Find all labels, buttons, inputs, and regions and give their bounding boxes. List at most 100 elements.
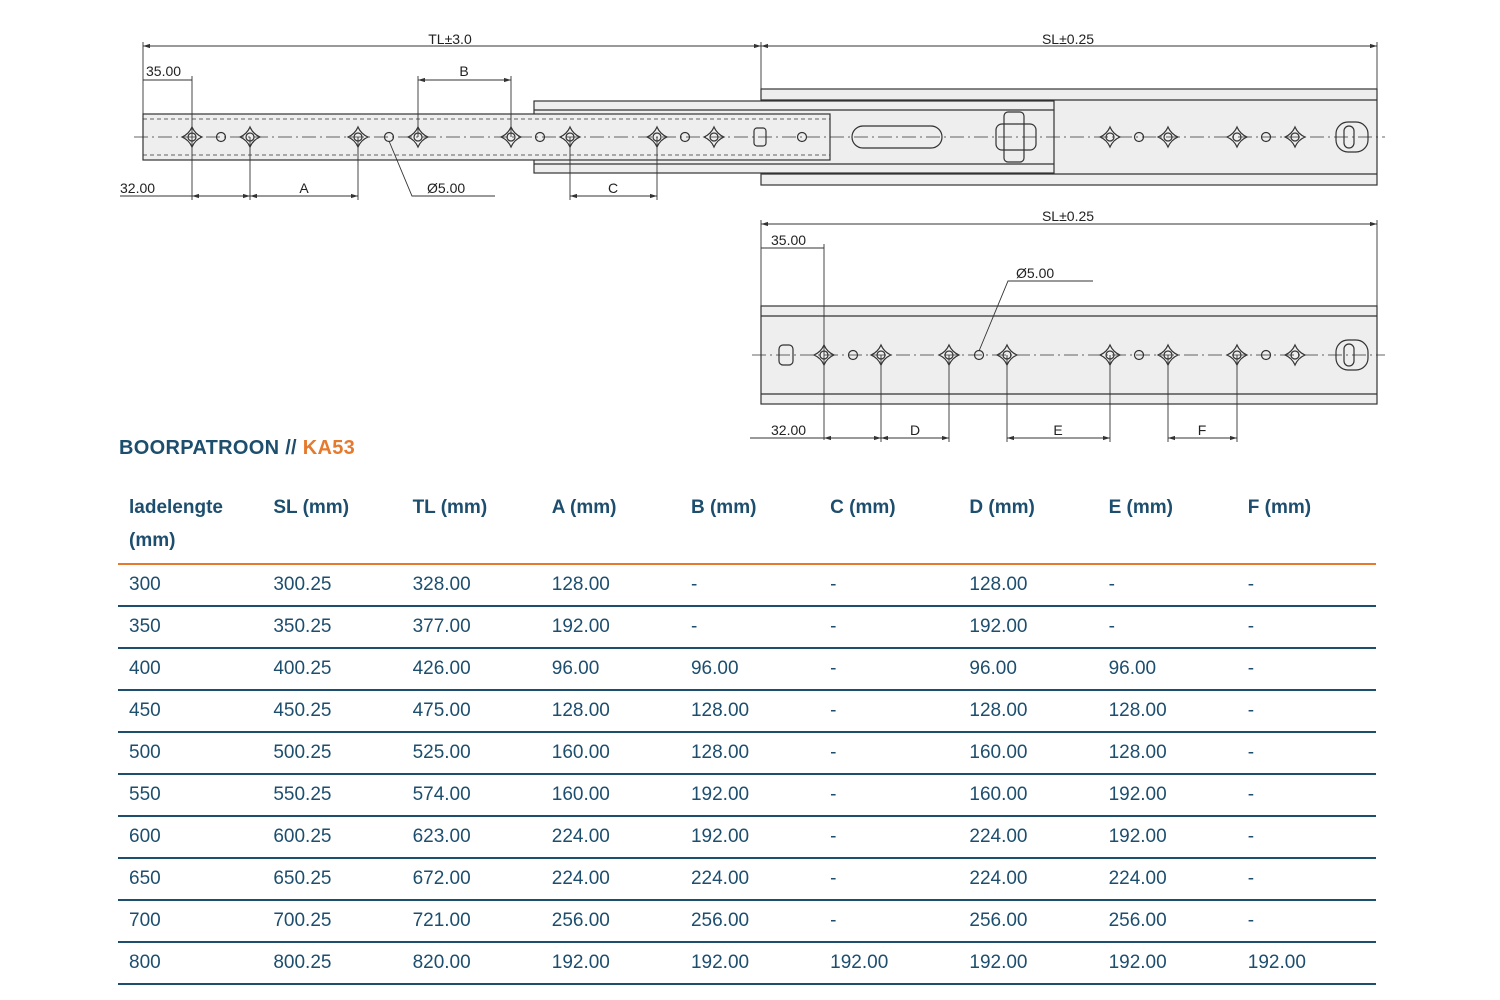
table-cell: 192.00 — [819, 942, 959, 985]
table-row: 400 400.25 426.00 96.00 96.00-96.00 96.00- — [118, 648, 1376, 691]
table-row: 650 650.25 672.00 224.00 224.00-224.00 224.00… — [118, 858, 1376, 901]
table-cell: 450 — [118, 690, 263, 733]
table-cell: 96.00 — [1097, 648, 1237, 691]
table-row: 550 550.25 574.00 160.00 192.00-160.00 192.00… — [118, 774, 1376, 817]
table-cell: 574.00 — [401, 774, 541, 817]
column-header: A (mm) — [540, 485, 680, 565]
table-cell: - — [1236, 648, 1376, 691]
table-cell: 224.00 — [540, 858, 680, 901]
table-row: 700 700.25 721.00 256.00 256.00-256.00 256.00… — [118, 900, 1376, 943]
table-cell: 192.00 — [1236, 942, 1376, 985]
column-header: D (mm) — [958, 485, 1098, 565]
table-cell: - — [1236, 690, 1376, 733]
table-cell: 300 — [118, 564, 263, 607]
table-cell: - — [819, 774, 959, 817]
table-cell: 550 — [118, 774, 263, 817]
table-cell: 192.00 — [958, 942, 1098, 985]
table-row: 300 300.25 328.00 128.00- -128.00- - — [118, 564, 1376, 607]
dim-d-label: D — [910, 422, 920, 438]
hole-dia-top: Ø5.00 — [427, 180, 465, 196]
table-cell: 500.25 — [262, 732, 402, 775]
top-view: TL±3.0 SL±0.25 35.00 B 32.00 A C Ø5.00 — [120, 31, 1385, 200]
table-cell: - — [679, 606, 820, 649]
table-header-row: ladelengte (mm) SL (mm) TL (mm) A (mm) B… — [118, 485, 1376, 565]
table-cell: 600.25 — [262, 816, 402, 859]
table-cell: 192.00 — [1097, 774, 1237, 817]
table-cell: - — [819, 858, 959, 901]
sl-label-bottom: SL±0.25 — [1042, 208, 1094, 224]
table-cell: 700 — [118, 900, 263, 943]
table-cell: 700.25 — [262, 900, 402, 943]
table-cell: 800 — [118, 942, 263, 985]
table-cell: - — [819, 816, 959, 859]
table-row: 500 500.25 525.00 160.00 128.00-160.00 128.00… — [118, 732, 1376, 775]
table-cell: - — [1236, 564, 1376, 607]
column-header: ladelengte (mm) — [118, 485, 263, 565]
table-cell: 192.00 — [540, 942, 680, 985]
table-cell: - — [819, 564, 959, 607]
table-cell: - — [819, 900, 959, 943]
dim-32-top: 32.00 — [120, 180, 155, 196]
table-cell: - — [1236, 900, 1376, 943]
table-cell: 128.00 — [958, 564, 1098, 607]
table-cell: 426.00 — [401, 648, 541, 691]
table-cell: 192.00 — [679, 816, 820, 859]
table-cell: 525.00 — [401, 732, 541, 775]
table-cell: 800.25 — [262, 942, 402, 985]
table-cell: 224.00 — [540, 816, 680, 859]
dim-35-bottom: 35.00 — [771, 232, 806, 248]
table-cell: 160.00 — [958, 774, 1098, 817]
table-cell: - — [679, 564, 820, 607]
table-cell: 721.00 — [401, 900, 541, 943]
table-cell: 300.25 — [262, 564, 402, 607]
table-cell: 650 — [118, 858, 263, 901]
column-header: E (mm) — [1097, 485, 1237, 565]
table-cell: 192.00 — [540, 606, 680, 649]
table-cell: 160.00 — [540, 732, 680, 775]
sl-label-top: SL±0.25 — [1042, 31, 1094, 47]
table-cell: 128.00 — [1097, 732, 1237, 775]
table-cell: 450.25 — [262, 690, 402, 733]
table-row: 450 450.25 475.00 128.00 128.00-128.00 128.00… — [118, 690, 1376, 733]
table-cell: 128.00 — [958, 690, 1098, 733]
page-title: BOORPATROON // KA53 — [119, 437, 355, 460]
table-cell: 400 — [118, 648, 263, 691]
table-cell: - — [1236, 606, 1376, 649]
table-cell: 96.00 — [679, 648, 820, 691]
dim-b-label: B — [459, 63, 468, 79]
table-cell: 328.00 — [401, 564, 541, 607]
table-cell: 500 — [118, 732, 263, 775]
table-cell: 256.00 — [679, 900, 820, 943]
table-cell: 650.25 — [262, 858, 402, 901]
table-cell: 256.00 — [958, 900, 1098, 943]
table-cell: 128.00 — [679, 690, 820, 733]
table-cell: 475.00 — [401, 690, 541, 733]
table-cell: 128.00 — [540, 690, 680, 733]
table-row: 600 600.25 623.00 224.00 192.00-224.00 192.00… — [118, 816, 1376, 859]
table-cell: 224.00 — [958, 816, 1098, 859]
table-cell: 96.00 — [958, 648, 1098, 691]
table-cell: 192.00 — [1097, 942, 1237, 985]
drilling-table: ladelengte (mm) SL (mm) TL (mm) A (mm) B… — [118, 485, 1376, 985]
table-cell: - — [1236, 816, 1376, 859]
table-cell: - — [1097, 564, 1237, 607]
table-cell: 160.00 — [958, 732, 1098, 775]
table-cell: 623.00 — [401, 816, 541, 859]
column-header: TL (mm) — [401, 485, 541, 565]
table-cell: 128.00 — [540, 564, 680, 607]
table-cell: 224.00 — [1097, 858, 1237, 901]
dim-f-label: F — [1198, 422, 1207, 438]
column-header: C (mm) — [819, 485, 959, 565]
table-cell: 256.00 — [540, 900, 680, 943]
table-cell: 256.00 — [1097, 900, 1237, 943]
table-cell: - — [819, 690, 959, 733]
dim-e-label: E — [1053, 422, 1062, 438]
column-header: B (mm) — [679, 485, 820, 565]
table-cell: 672.00 — [401, 858, 541, 901]
drilling-pattern-drawing: TL±3.0 SL±0.25 35.00 B 32.00 A C Ø5.00 S… — [120, 31, 1385, 442]
table-cell: 350 — [118, 606, 263, 649]
dim-35-top: 35.00 — [146, 63, 181, 79]
table-cell: 192.00 — [679, 774, 820, 817]
tl-label: TL±3.0 — [428, 31, 472, 47]
table-row: 800 800.25 820.00 192.00 192.00 192.00 192.00 1… — [118, 942, 1376, 985]
